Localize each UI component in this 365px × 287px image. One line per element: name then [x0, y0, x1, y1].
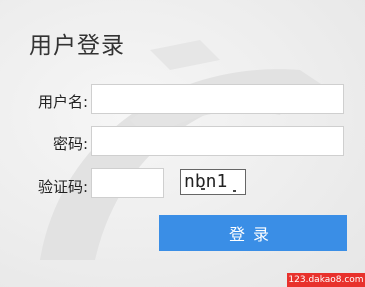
- captcha-image[interactable]: nbn1: [180, 169, 246, 195]
- captcha-label: 验证码:: [37, 178, 88, 196]
- page-title: 用户登录: [29, 33, 125, 59]
- captcha-noise: [233, 190, 236, 192]
- captcha-text: nbn1: [184, 171, 228, 192]
- password-label: 密码:: [52, 135, 88, 153]
- username-input[interactable]: [91, 84, 344, 114]
- captcha-noise: [201, 188, 205, 190]
- watermark-badge: 123.dakao8.com: [287, 273, 365, 287]
- login-button[interactable]: 登录: [159, 215, 347, 251]
- password-input[interactable]: [91, 126, 344, 156]
- username-label: 用户名:: [37, 93, 88, 111]
- captcha-input[interactable]: [91, 168, 164, 198]
